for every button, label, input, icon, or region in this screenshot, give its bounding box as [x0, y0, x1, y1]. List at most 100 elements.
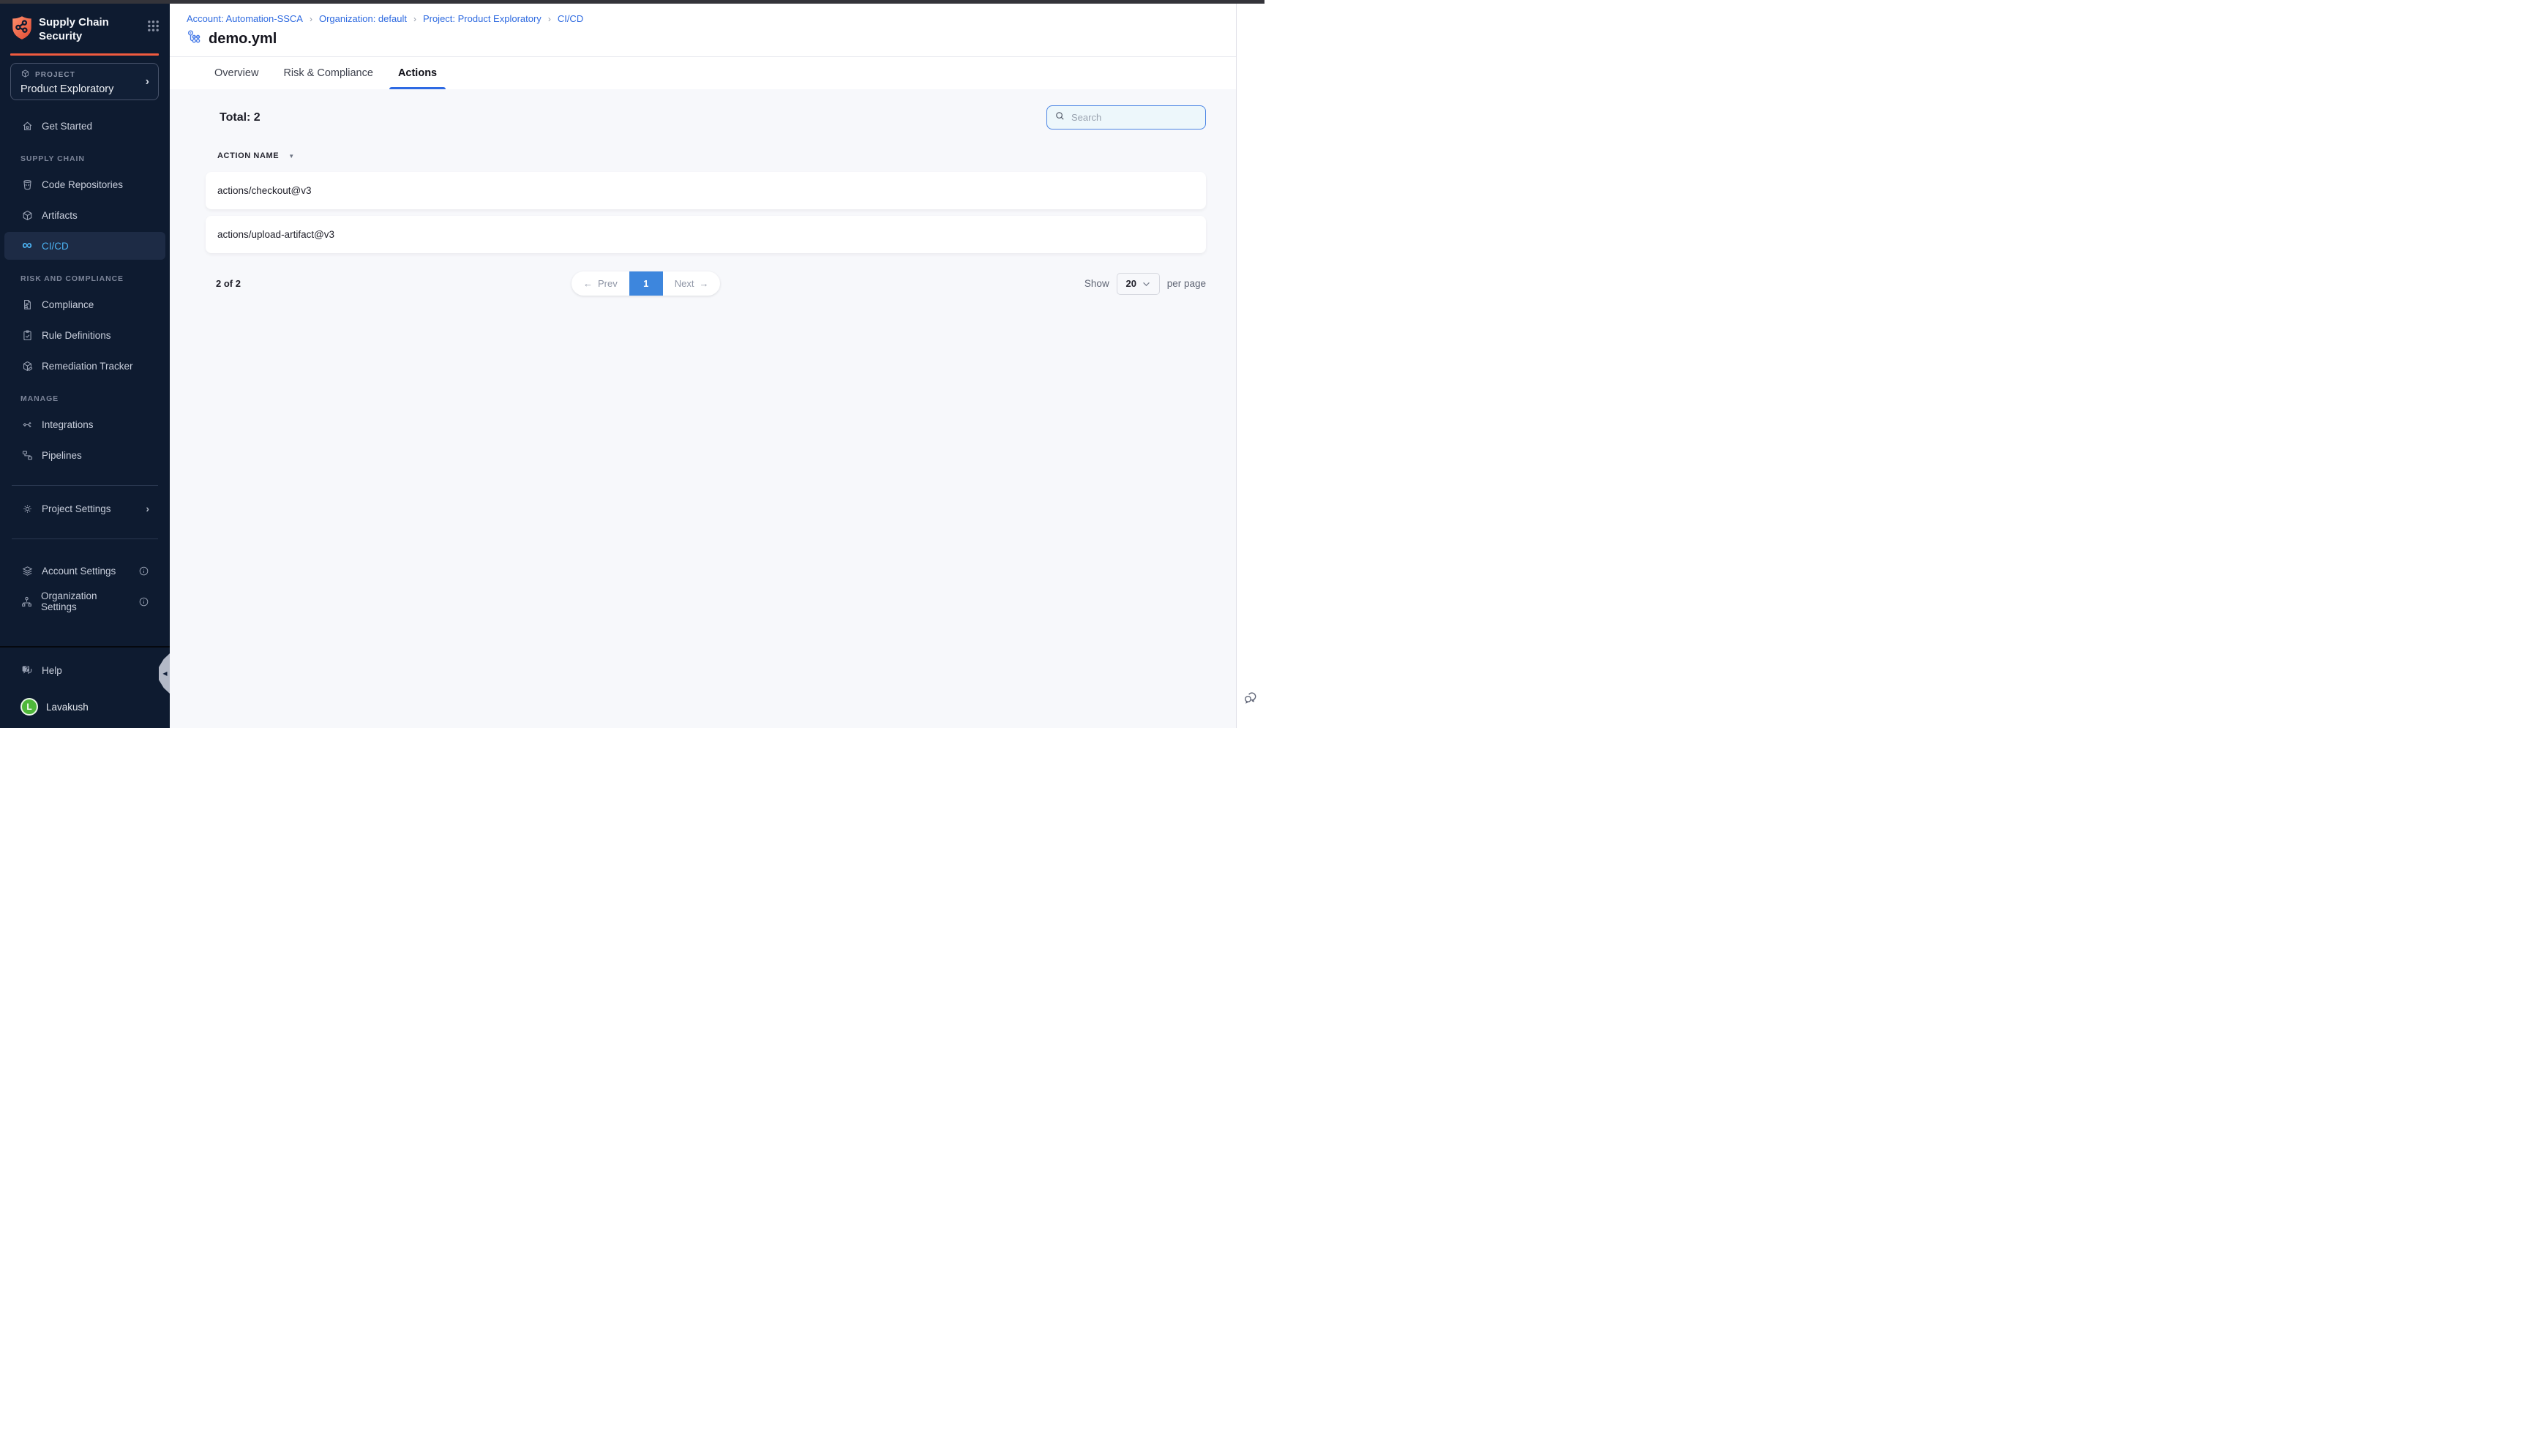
document-search-icon	[20, 299, 34, 311]
table-column-header[interactable]: ACTION NAME ▼	[217, 151, 1206, 160]
sidebar-item-label: Pipelines	[42, 450, 82, 461]
workflow-icon	[187, 29, 203, 49]
actions-table: actions/checkout@v3 actions/upload-artif…	[206, 172, 1206, 253]
tab-label: Overview	[214, 67, 258, 79]
breadcrumb-project-link[interactable]: Project: Product Exploratory	[423, 13, 542, 24]
tab-label: Risk & Compliance	[283, 67, 373, 79]
right-panel-strip	[1236, 4, 1264, 728]
pipelines-flow-icon	[20, 449, 34, 462]
project-kicker-label: PROJECT	[35, 71, 75, 79]
code-repository-icon	[20, 179, 34, 191]
breadcrumb-separator-icon: ›	[548, 14, 551, 24]
user-profile[interactable]: L Lavakush	[4, 693, 165, 721]
sidebar-item-label: Project Settings	[42, 503, 111, 514]
artifacts-cube-icon	[20, 209, 34, 222]
chevron-right-icon: ›	[146, 503, 149, 514]
breadcrumb: Account: Automation-SSCA › Organization:…	[187, 13, 1218, 24]
sidebar-item-cicd[interactable]: ∞ CI/CD	[4, 232, 165, 260]
sidebar-item-label: Get Started	[42, 121, 92, 132]
pagination-bar: 2 of 2 ← Prev 1 Next → Show	[206, 271, 1206, 296]
info-icon[interactable]	[138, 566, 149, 577]
support-chat-bubbles-icon[interactable]	[1243, 690, 1259, 709]
help-chat-icon	[20, 664, 34, 677]
avatar: L	[20, 698, 38, 716]
pagination-prev-button[interactable]: ← Prev	[572, 271, 629, 296]
sidebar-item-project-settings[interactable]: Project Settings ›	[4, 495, 165, 522]
title-row: demo.yml	[187, 29, 1218, 49]
tab-overview[interactable]: Overview	[211, 57, 261, 89]
pagination-page-1-button[interactable]: 1	[629, 271, 663, 296]
brand-header: Supply Chain Security	[0, 4, 170, 44]
chevron-right-icon: ›	[146, 75, 149, 89]
sidebar-item-organization-settings[interactable]: Organization Settings	[4, 588, 165, 615]
breadcrumb-cicd-link[interactable]: CI/CD	[558, 13, 583, 24]
project-name: Product Exploratory	[20, 83, 113, 95]
sort-descending-icon[interactable]: ▼	[288, 153, 294, 160]
sidebar-item-code-repositories[interactable]: Code Repositories	[4, 170, 165, 198]
table-row[interactable]: actions/checkout@v3	[206, 172, 1206, 209]
cube-icon	[20, 69, 30, 82]
info-icon[interactable]	[138, 596, 149, 607]
search-box[interactable]	[1046, 105, 1206, 130]
page-size-select[interactable]: 20	[1117, 273, 1160, 295]
main-panel: Account: Automation-SSCA › Organization:…	[170, 4, 1236, 728]
total-count-label: Total: 2	[220, 111, 261, 124]
sidebar-item-integrations[interactable]: Integrations	[4, 410, 165, 438]
module-title-line2: Security	[39, 29, 109, 43]
gear-icon	[20, 503, 34, 515]
sidebar-item-label: Code Repositories	[42, 179, 123, 190]
home-icon	[20, 120, 34, 132]
sidebar-item-get-started[interactable]: Get Started	[4, 112, 165, 140]
collapse-arrow-icon: ◀	[162, 670, 167, 677]
sidebar-item-rule-definitions[interactable]: Rule Definitions	[4, 321, 165, 349]
sidebar-divider	[12, 485, 158, 486]
project-selector-info: PROJECT Product Exploratory	[20, 69, 113, 95]
app-window: Supply Chain Security	[0, 0, 1264, 728]
brand-accent-divider	[10, 53, 159, 56]
module-title-line1: Supply Chain	[39, 15, 109, 29]
arrow-left-icon: ←	[583, 278, 593, 289]
box-tag-icon	[20, 360, 34, 372]
breadcrumb-account-link[interactable]: Account: Automation-SSCA	[187, 13, 303, 24]
sidebar-item-label: Compliance	[42, 299, 94, 310]
table-row[interactable]: actions/upload-artifact@v3	[206, 216, 1206, 253]
pagination: ← Prev 1 Next →	[572, 271, 720, 296]
infinity-cicd-icon: ∞	[20, 240, 34, 252]
chevron-down-icon	[1142, 278, 1150, 289]
module-switcher-grid-icon[interactable]	[147, 20, 160, 36]
action-name-column-label: ACTION NAME	[217, 151, 279, 160]
sidebar-item-artifacts[interactable]: Artifacts	[4, 201, 165, 229]
app-shell: Supply Chain Security	[0, 4, 1264, 728]
project-selector[interactable]: PROJECT Product Exploratory ›	[10, 63, 159, 100]
show-label: Show	[1084, 278, 1109, 289]
tab-risk-and-compliance[interactable]: Risk & Compliance	[280, 57, 376, 89]
next-label: Next	[675, 278, 694, 289]
prev-label: Prev	[598, 278, 618, 289]
sidebar-item-label: Artifacts	[42, 210, 78, 221]
sidebar-item-label: CI/CD	[42, 241, 69, 252]
clipboard-check-icon	[20, 329, 34, 342]
sidebar-section-manage: MANAGE	[20, 394, 170, 403]
sidebar-item-pipelines[interactable]: Pipelines	[4, 441, 165, 469]
tab-bar: Overview Risk & Compliance Actions	[170, 57, 1236, 89]
sidebar-item-compliance[interactable]: Compliance	[4, 290, 165, 318]
pagination-next-button[interactable]: Next →	[663, 271, 721, 296]
user-name: Lavakush	[46, 702, 89, 713]
search-input[interactable]	[1071, 112, 1198, 123]
sidebar-nav: Get Started SUPPLY CHAIN Code Repositori…	[0, 112, 170, 615]
sidebar-item-remediation-tracker[interactable]: Remediation Tracker	[4, 352, 165, 380]
sidebar-item-label: Organization Settings	[41, 590, 130, 612]
search-icon	[1054, 110, 1065, 125]
sidebar-item-account-settings[interactable]: Account Settings	[4, 557, 165, 585]
sidebar-item-label: Rule Definitions	[42, 330, 111, 341]
org-chart-gear-icon	[20, 596, 33, 608]
tab-label: Actions	[398, 67, 437, 79]
breadcrumb-organization-link[interactable]: Organization: default	[319, 13, 407, 24]
active-tab-underline	[389, 87, 446, 89]
page-title: demo.yml	[209, 31, 277, 48]
tab-actions[interactable]: Actions	[395, 57, 440, 89]
supply-chain-security-logo-icon	[11, 15, 33, 44]
results-range-label: 2 of 2	[216, 278, 241, 289]
sidebar-item-label: Account Settings	[42, 566, 116, 577]
sidebar-item-help[interactable]: Help	[4, 656, 165, 684]
